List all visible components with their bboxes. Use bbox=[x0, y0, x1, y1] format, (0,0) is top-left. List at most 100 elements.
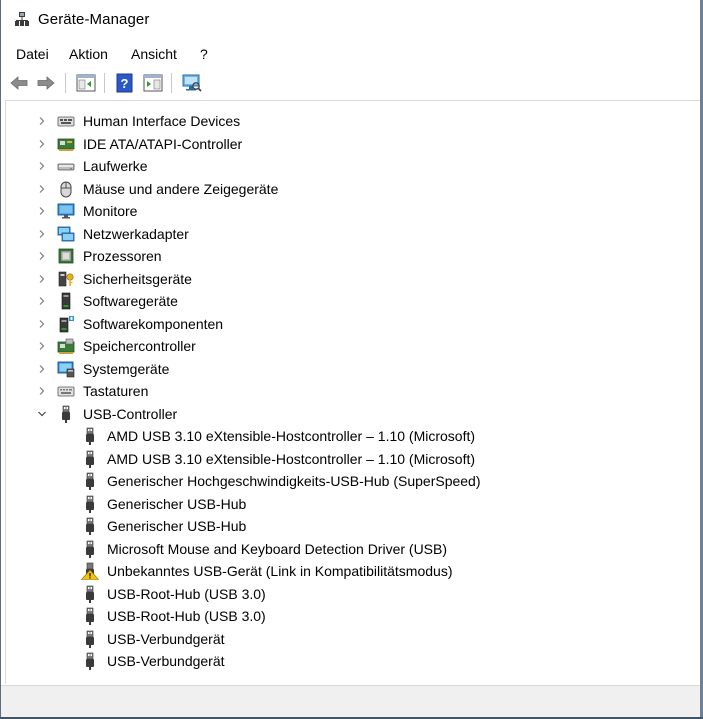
toolbar-separator bbox=[104, 73, 105, 93]
category-label: Human Interface Devices bbox=[83, 113, 241, 129]
toolbar: ? bbox=[1, 68, 701, 100]
menu-help[interactable]: ? bbox=[198, 46, 210, 62]
category-label: Softwaregeräte bbox=[83, 293, 178, 309]
usb-plug-icon bbox=[86, 472, 94, 490]
usb-plug-icon bbox=[86, 450, 94, 468]
category-label: USB-Controller bbox=[83, 405, 178, 422]
security-device-icon bbox=[58, 271, 74, 286]
tree-category-tastaturen[interactable]: Tastaturen bbox=[6, 380, 696, 402]
chevron-right-icon[interactable] bbox=[37, 364, 47, 374]
show-hide-console-tree-icon[interactable] bbox=[75, 72, 97, 94]
chevron-right-icon[interactable] bbox=[37, 274, 47, 284]
tree-category-softwaregeräte[interactable]: Softwaregeräte bbox=[6, 290, 696, 312]
menu-bar: Datei Aktion Ansicht ? bbox=[1, 42, 701, 66]
disk-drive-icon bbox=[57, 163, 75, 171]
device-label: Generischer USB-Hub bbox=[107, 518, 247, 534]
category-label: IDE ATA/ATAPI-Controller bbox=[83, 135, 243, 152]
tree-category-usb-controller[interactable]: USB-Controller bbox=[6, 403, 696, 425]
scan-hardware-icon[interactable] bbox=[181, 72, 203, 94]
category-label: Speichercontroller bbox=[83, 338, 196, 354]
back-arrow-icon[interactable] bbox=[8, 72, 30, 94]
usb-plug-icon bbox=[86, 630, 94, 648]
help-icon[interactable]: ? bbox=[114, 72, 136, 94]
title-bar[interactable]: Geräte-Manager bbox=[1, 0, 701, 40]
tree-device-item[interactable]: USB-Root-Hub (USB 3.0) bbox=[6, 583, 696, 605]
tree-category-speichercontroller[interactable]: Speichercontroller bbox=[6, 335, 696, 357]
menu-datei[interactable]: Datei bbox=[14, 46, 51, 62]
usb-icon bbox=[62, 405, 70, 423]
category-label: Tastaturen bbox=[83, 383, 149, 399]
tree-category-systemgeräte[interactable]: Systemgeräte bbox=[6, 358, 696, 380]
tree-device-item[interactable]: Generischer Hochgeschwindigkeits-USB-Hub… bbox=[6, 470, 696, 492]
network-adapter-icon bbox=[57, 226, 75, 241]
tree-category-prozessoren[interactable]: Prozessoren bbox=[6, 245, 696, 267]
chevron-right-icon[interactable] bbox=[37, 251, 47, 261]
menu-aktion[interactable]: Aktion bbox=[67, 46, 110, 62]
properties-pane-icon[interactable] bbox=[142, 72, 164, 94]
chevron-right-icon[interactable] bbox=[37, 296, 47, 306]
tree-category-netzwerkadapter[interactable]: Netzwerkadapter bbox=[6, 223, 696, 245]
chevron-right-icon[interactable] bbox=[37, 139, 47, 149]
device-tree: Human Interface Devices IDE ATA/ATAPI-Con… bbox=[5, 100, 701, 684]
category-label: Sicherheitsgeräte bbox=[83, 270, 192, 287]
chevron-right-icon[interactable] bbox=[37, 206, 47, 216]
tree-device-item[interactable]: USB-Root-Hub (USB 3.0) bbox=[6, 605, 696, 627]
chevron-down-icon[interactable] bbox=[37, 409, 47, 419]
category-label: Netzwerkadapter bbox=[83, 225, 189, 242]
chevron-right-icon[interactable] bbox=[37, 184, 47, 194]
tree-category-sicherheitsgeräte[interactable]: Sicherheitsgeräte bbox=[6, 268, 696, 290]
category-label: Laufwerke bbox=[83, 158, 148, 174]
software-component-icon bbox=[59, 315, 74, 332]
storage-controller-icon bbox=[57, 338, 75, 354]
keyboard-icon bbox=[57, 386, 75, 397]
processor-icon bbox=[58, 248, 74, 264]
usb-plug-icon bbox=[86, 652, 94, 670]
category-label: Prozessoren bbox=[83, 248, 162, 264]
tree-category-monitore[interactable]: Monitore bbox=[6, 200, 696, 222]
forward-arrow-icon[interactable] bbox=[35, 72, 57, 94]
tree-device-item[interactable]: Generischer USB-Hub bbox=[6, 515, 696, 537]
svg-text:?: ? bbox=[121, 76, 129, 91]
chevron-right-icon[interactable] bbox=[37, 319, 47, 329]
tree-device-item[interactable]: USB-Verbundgerät bbox=[6, 650, 696, 672]
chevron-right-icon[interactable] bbox=[37, 229, 47, 239]
device-label: Generischer USB-Hub bbox=[107, 495, 247, 512]
usb-plug-icon bbox=[86, 495, 94, 513]
category-label: Monitore bbox=[83, 203, 138, 219]
system-device-icon bbox=[57, 361, 75, 377]
category-label: Mäuse und andere Zeigegeräte bbox=[83, 180, 279, 197]
tree-device-item[interactable]: Microsoft Mouse and Keyboard Detection D… bbox=[6, 538, 696, 560]
tree-category-mäuse-und-andere-zeigegeräte[interactable]: Mäuse und andere Zeigegeräte bbox=[6, 178, 696, 200]
toolbar-separator bbox=[65, 73, 66, 93]
tree-device-item[interactable]: USB-Verbundgerät bbox=[6, 628, 696, 650]
tree-device-item[interactable]: AMD USB 3.10 eXtensible-Hostcontroller –… bbox=[6, 448, 696, 470]
chevron-right-icon[interactable] bbox=[37, 341, 47, 351]
warning-icon bbox=[81, 562, 99, 580]
toolbar-separator bbox=[171, 73, 172, 93]
ide-controller-icon bbox=[57, 138, 75, 151]
tree-device-item[interactable]: AMD USB 3.10 eXtensible-Hostcontroller –… bbox=[6, 425, 696, 447]
device-label: AMD USB 3.10 eXtensible-Hostcontroller –… bbox=[107, 450, 476, 467]
tree-category-softwarekomponenten[interactable]: Softwarekomponenten bbox=[6, 313, 696, 335]
monitor-icon bbox=[57, 203, 75, 219]
chevron-right-icon[interactable] bbox=[37, 386, 47, 396]
tree-category-laufwerke[interactable]: Laufwerke bbox=[6, 155, 696, 177]
category-label: Softwarekomponenten bbox=[83, 315, 224, 332]
chevron-right-icon[interactable] bbox=[37, 161, 47, 171]
device-label: Microsoft Mouse and Keyboard Detection D… bbox=[107, 540, 448, 557]
chevron-right-icon[interactable] bbox=[37, 116, 47, 126]
mouse-icon bbox=[60, 181, 72, 197]
device-label: USB-Verbundgerät bbox=[107, 653, 225, 669]
tree-category-ide-ata-atapi-controller[interactable]: IDE ATA/ATAPI-Controller bbox=[6, 133, 696, 155]
device-manager-window: Geräte-Manager Datei Aktion Ansicht ? ? bbox=[0, 0, 702, 718]
device-label: USB-Root-Hub (USB 3.0) bbox=[107, 585, 266, 602]
tree-device-item[interactable]: Unbekanntes USB-Gerät (Link in Kompatibi… bbox=[6, 560, 696, 582]
menu-ansicht[interactable]: Ansicht bbox=[129, 46, 179, 62]
device-manager-app-icon bbox=[15, 12, 29, 26]
device-label: Generischer Hochgeschwindigkeits-USB-Hub… bbox=[107, 473, 481, 489]
usb-plug-icon bbox=[86, 585, 94, 603]
window-title: Geräte-Manager bbox=[38, 11, 150, 28]
device-label: Unbekanntes USB-Gerät (Link in Kompatibi… bbox=[107, 563, 453, 579]
tree-category-human-interface-devices[interactable]: Human Interface Devices bbox=[6, 110, 696, 132]
tree-device-item[interactable]: Generischer USB-Hub bbox=[6, 493, 696, 515]
